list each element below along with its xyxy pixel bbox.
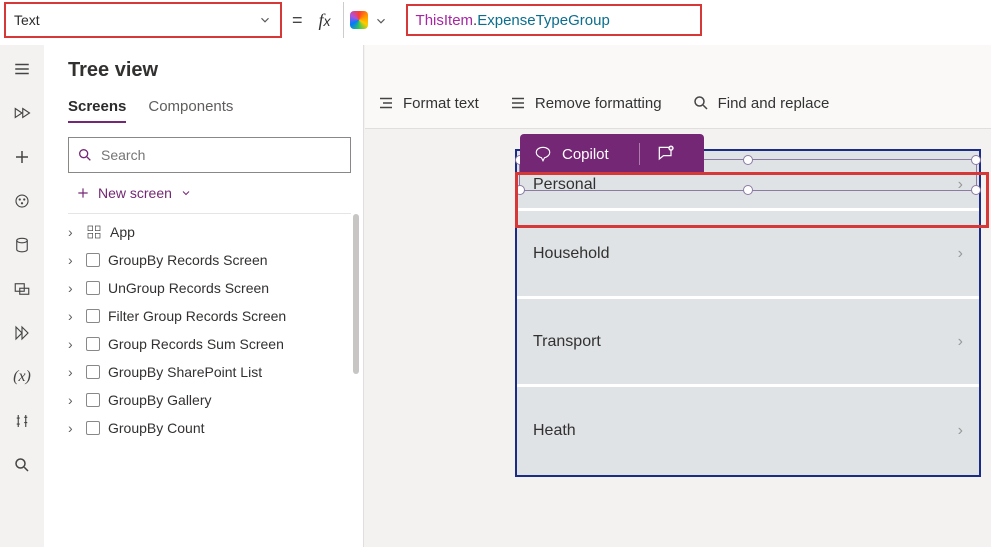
chevron-down-icon <box>258 13 272 27</box>
screen-icon <box>86 337 100 351</box>
variables-icon[interactable]: (x) <box>12 367 32 387</box>
tree: › App › GroupBy Records Screen › UnGroup R… <box>68 213 351 442</box>
copilot-icon <box>534 145 552 163</box>
tree-item-screen[interactable]: › UnGroup Records Screen <box>68 274 351 302</box>
chevron-right-icon: › <box>68 392 78 408</box>
chevron-right-icon: › <box>68 224 78 240</box>
tree-item-label: GroupBy Gallery <box>108 392 211 408</box>
chevron-right-icon[interactable]: › <box>958 422 963 440</box>
formula-bar[interactable]: ThisItem.ExpenseTypeGroup <box>406 4 702 36</box>
hamburger-icon[interactable] <box>12 59 32 79</box>
chevron-right-icon[interactable]: › <box>958 245 963 263</box>
feedback-icon[interactable] <box>656 144 676 164</box>
new-screen-button[interactable]: New screen <box>76 185 351 201</box>
highlight-red-box <box>515 172 989 228</box>
gallery-row-label: Household <box>533 245 610 263</box>
tree-item-screen[interactable]: › GroupBy Records Screen <box>68 246 351 274</box>
tree-item-screen[interactable]: › GroupBy Gallery <box>68 386 351 414</box>
tab-components[interactable]: Components <box>148 98 233 123</box>
screen-icon <box>86 253 100 267</box>
chevron-right-icon: › <box>68 420 78 436</box>
tree-item-label: UnGroup Records Screen <box>108 280 269 296</box>
tree-item-screen[interactable]: › GroupBy Count <box>68 414 351 442</box>
formula-identifier: ExpenseTypeGroup <box>477 12 610 29</box>
chevron-down-icon[interactable] <box>374 14 388 28</box>
gallery-row[interactable]: Transport › <box>517 299 979 387</box>
screen-icon <box>86 281 100 295</box>
search-box[interactable] <box>68 137 351 173</box>
copilot-button[interactable]: Copilot <box>520 134 704 174</box>
screen-icon <box>86 365 100 379</box>
data-icon[interactable] <box>12 235 32 255</box>
search-input[interactable] <box>101 147 342 163</box>
screen-icon <box>86 393 100 407</box>
copilot-icon[interactable] <box>350 11 368 29</box>
theme-icon[interactable] <box>12 191 32 211</box>
tree-item-label: GroupBy SharePoint List <box>108 364 262 380</box>
resize-handle[interactable] <box>743 155 753 165</box>
app-icon <box>86 224 102 240</box>
remove-formatting-icon <box>509 94 527 112</box>
property-dropdown[interactable]: Text <box>4 2 282 38</box>
format-text-icon <box>377 94 395 112</box>
chevron-right-icon[interactable]: › <box>958 333 963 351</box>
left-rail: (x) <box>0 45 44 547</box>
scrollbar[interactable] <box>353 214 359 374</box>
power-automate-icon[interactable] <box>12 323 32 343</box>
tree-item-label: Group Records Sum Screen <box>108 336 284 352</box>
tree-item-label: GroupBy Records Screen <box>108 252 268 268</box>
gallery-row-label: Heath <box>533 422 576 440</box>
tree-item-app[interactable]: › App <box>68 218 351 246</box>
panel-title: Tree view <box>68 59 351 82</box>
tree-item-label: App <box>110 224 135 240</box>
gallery-row-label: Transport <box>533 333 601 351</box>
plus-icon <box>76 186 90 200</box>
gallery-row[interactable]: Heath › <box>517 387 979 475</box>
tree-view-icon[interactable] <box>12 103 32 123</box>
chevron-right-icon: › <box>68 336 78 352</box>
resize-handle[interactable] <box>971 155 981 165</box>
fx-label[interactable]: fx <box>313 0 337 41</box>
chevron-right-icon: › <box>68 308 78 324</box>
search-rail-icon[interactable] <box>12 455 32 475</box>
property-dropdown-value: Text <box>14 12 40 28</box>
chevron-right-icon: › <box>68 364 78 380</box>
equals-label: = <box>282 0 313 40</box>
search-icon <box>77 147 93 163</box>
remove-formatting-button[interactable]: Remove formatting <box>509 94 662 112</box>
search-icon <box>692 94 710 112</box>
divider <box>343 2 344 38</box>
tree-item-label: Filter Group Records Screen <box>108 308 286 324</box>
media-icon[interactable] <box>12 279 32 299</box>
tree-item-screen[interactable]: › Group Records Sum Screen <box>68 330 351 358</box>
tree-item-label: GroupBy Count <box>108 420 205 436</box>
format-text-button[interactable]: Format text <box>377 94 479 112</box>
screen-icon <box>86 309 100 323</box>
tab-screens[interactable]: Screens <box>68 98 126 123</box>
chevron-right-icon: › <box>68 280 78 296</box>
tree-view-panel: Tree view Screens Components New screen … <box>44 45 364 547</box>
advanced-tools-icon[interactable] <box>12 411 32 431</box>
chevron-right-icon: › <box>68 252 78 268</box>
screen-icon <box>86 421 100 435</box>
tree-item-screen[interactable]: › GroupBy SharePoint List <box>68 358 351 386</box>
chevron-down-icon <box>180 187 192 199</box>
find-replace-button[interactable]: Find and replace <box>692 94 830 112</box>
insert-icon[interactable] <box>12 147 32 167</box>
copilot-label: Copilot <box>562 146 609 163</box>
tree-item-screen[interactable]: › Filter Group Records Screen <box>68 302 351 330</box>
formula-thisitem: ThisItem <box>416 12 474 29</box>
